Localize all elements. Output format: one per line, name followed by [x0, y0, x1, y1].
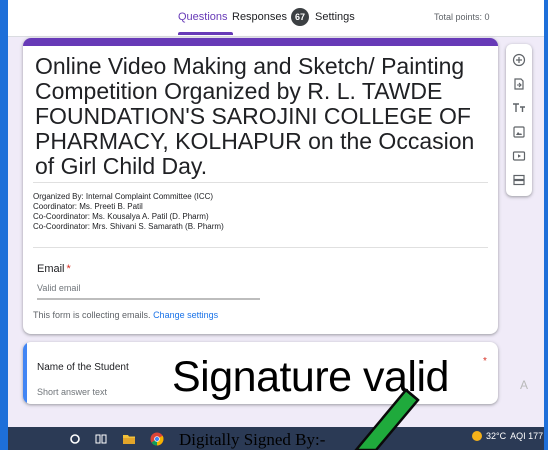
email-field[interactable]: Valid email — [37, 283, 80, 293]
form-title[interactable]: Online Video Making and Sketch/ Painting… — [35, 54, 485, 179]
email-label-text: Email — [37, 263, 65, 275]
short-answer-field: Short answer text — [37, 387, 108, 397]
total-points: Total points: 0 — [434, 12, 490, 22]
signature-checkmark-icon — [354, 388, 420, 450]
description-line: Organized By: Internal Complaint Committ… — [33, 192, 214, 201]
email-collection-note: This form is collecting emails. Change s… — [33, 310, 218, 320]
add-video-icon[interactable] — [509, 146, 529, 166]
header-accent-bar — [23, 38, 498, 46]
import-questions-icon[interactable] — [509, 74, 529, 94]
description-line: Co-Coordinator: Mrs. Shivani S. Samarath… — [33, 222, 224, 231]
file-explorer-icon[interactable] — [120, 430, 138, 447]
screen-frame-left — [0, 0, 8, 450]
description-line: Co-Coordinator: Ms. Kousalya A. Patil (D… — [33, 212, 209, 221]
aqi-text: AQI 177 — [510, 431, 544, 441]
title-divider — [33, 182, 488, 183]
required-asterisk: * — [483, 356, 487, 367]
screen-frame-right — [544, 0, 548, 450]
collect-note-text: This form is collecting emails. — [33, 310, 151, 320]
tab-settings[interactable]: Settings — [315, 11, 355, 23]
floating-toolbar — [506, 44, 532, 196]
add-section-icon[interactable] — [509, 170, 529, 190]
responses-count-badge: 67 — [291, 8, 309, 26]
add-question-icon[interactable] — [509, 50, 529, 70]
digitally-signed-text: Digitally Signed By:- — [179, 430, 326, 449]
question-title[interactable]: Name of the Student — [37, 362, 129, 373]
required-asterisk: * — [66, 263, 71, 275]
active-tab-indicator — [178, 32, 233, 35]
description-line: Coordinator: Ms. Preeti B. Patil — [33, 202, 143, 211]
add-image-icon[interactable] — [509, 122, 529, 142]
weather-sun-icon — [472, 431, 482, 441]
email-label: Email * — [37, 263, 71, 275]
temperature-text: 32°C — [486, 431, 507, 441]
chrome-icon[interactable] — [148, 430, 166, 447]
forms-top-tab-bar: Questions Responses 67 Settings Total po… — [8, 0, 544, 37]
email-field-underline — [37, 298, 260, 300]
tab-responses[interactable]: Responses — [232, 11, 287, 23]
change-settings-link[interactable]: Change settings — [153, 310, 218, 320]
tab-questions[interactable]: Questions — [178, 11, 228, 23]
active-question-bar — [23, 342, 27, 404]
search-icon[interactable] — [66, 430, 84, 447]
signature-stamp-ghost-text: A — [520, 378, 529, 392]
form-header-card[interactable]: Online Video Making and Sketch/ Painting… — [23, 38, 498, 334]
add-title-icon[interactable] — [509, 98, 529, 118]
task-view-icon[interactable] — [92, 430, 110, 447]
weather-widget[interactable]: 32°C AQI 177 — [472, 431, 543, 441]
form-description[interactable]: Organized By: Internal Complaint Committ… — [33, 192, 224, 232]
section-divider — [33, 247, 488, 248]
